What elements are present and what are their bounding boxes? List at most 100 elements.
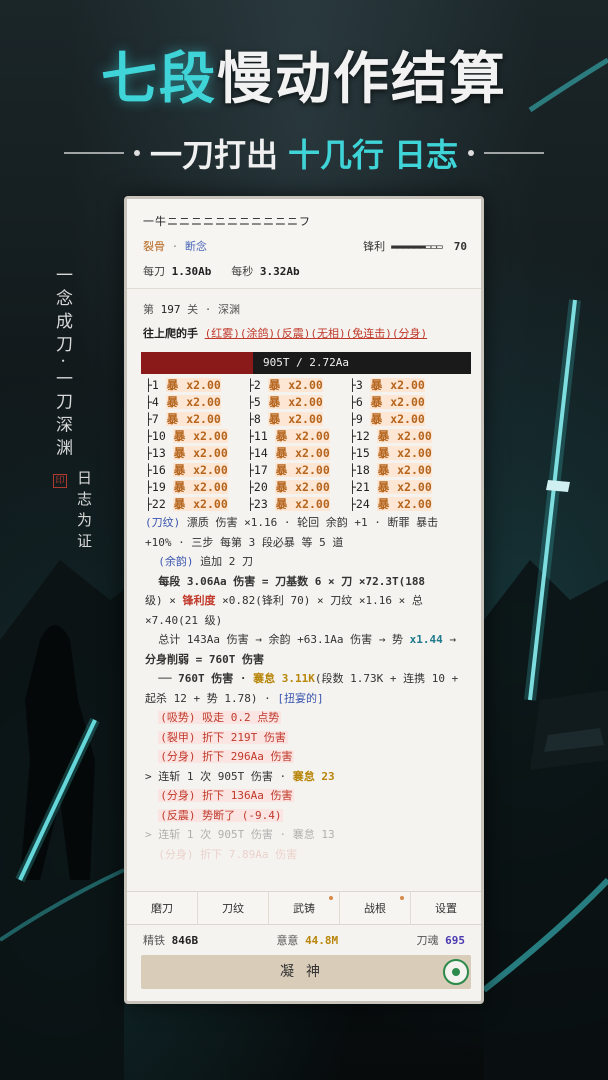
enemy-hp-text: 905T / 2.72Aa: [262, 356, 350, 369]
enemy-name: 往上爬的手: [143, 327, 198, 340]
resource-intent: 意意 44.8M: [276, 934, 339, 947]
resource-iron: 精铁 846B: [143, 934, 199, 947]
log-line: 起杀 12 + 势 1.78) · [扭宴的]: [145, 691, 324, 705]
weapon-header: 一牛ニニニニニニニニニニニフ 裂骨 · 断念 锋利 ▬▬▬▬▬▬▭▭▭ 70 每…: [127, 199, 481, 289]
bottom-tabs: 磨刀 刀纹 武铸 战根 设置: [127, 891, 481, 925]
log-line: 每段 3.06Aa 伤害 = 刀基数 6 × 刀 ×72.3T(188: [158, 574, 426, 588]
log-line: 分身削弱 = 760T 伤害: [145, 652, 264, 666]
weapon-tags-row: 裂骨 · 断念 锋利 ▬▬▬▬▬▬▭▭▭ 70: [143, 238, 467, 254]
poem-left: 一念成刀·一刀深渊: [52, 266, 72, 462]
weapon-tags: 裂骨 · 断念: [143, 238, 207, 254]
log-line: (刀纹) 漂质 伤害 ×1.16 · 轮回 余韵 +1 · 断罪 暴击: [145, 516, 439, 529]
resource-bar: 精铁 846B 意意 44.8M 刀魂 695: [127, 926, 481, 954]
log-line: (分身) 折下 136Aa 伤害: [158, 789, 295, 802]
log-line: > 连斩 1 次 905T 伤害 · 褰怠 23: [145, 769, 335, 783]
sharpness-bar: ▬▬▬▬▬▬▭▭▭: [391, 239, 443, 253]
crit-grid-cell: ├21 暴 x2.00: [349, 480, 432, 494]
subline: 一刀打出 十几行 日志: [0, 128, 608, 178]
crit-grid: ├1 暴 x2.00 ├2 暴 x2.00 ├3 暴 x2.00 ├4 暴 x2.00…: [145, 377, 469, 513]
crit-grid-cell: ├19 暴 x2.00: [145, 480, 228, 494]
log-line: (裂甲) 折下 219T 伤害: [158, 730, 288, 744]
focus-button[interactable]: 凝神: [141, 955, 471, 989]
crit-grid-cell: ├18 暴 x2.00: [349, 463, 432, 477]
crit-grid-cell: ├6 暴 x2.00: [349, 395, 425, 409]
tab-forge[interactable]: 武铸: [269, 892, 340, 924]
stage-line: 第 197 关 · 深渊: [143, 301, 467, 317]
crit-grid-cell: ├24 暴 x2.00: [349, 497, 432, 511]
crit-grid-cell: ├1 暴 x2.00: [145, 378, 221, 392]
enemy-line: 往上爬的手 (红雾)(涂鸽)(反震)(无相)(免连击)(分身): [143, 325, 467, 341]
crit-grid-cell: ├17 暴 x2.00: [247, 463, 330, 477]
log-line: 总计 143Aa 伤害 → 余韵 +63.1Aa 伤害 → 势 x1.44 →: [158, 633, 456, 646]
per-sec-label: 每秒: [231, 265, 254, 278]
record-dot-icon: [452, 968, 460, 976]
log-line: (分身) 折下 7.89Aa 伤害: [158, 847, 298, 861]
crit-grid-cell: ├5 暴 x2.00: [247, 395, 323, 409]
auto-toggle-button[interactable]: [443, 959, 469, 985]
crit-grid-cell: ├22 暴 x2.00: [145, 497, 228, 511]
crit-grid-cell: ├11 暴 x2.00: [247, 429, 330, 443]
damage-stats: 每刀 1.30Ab 每秒 3.32Ab: [143, 263, 467, 279]
stage-suffix: 关 · 深渊: [187, 303, 240, 316]
log-line: > 连斩 1 次 905T 伤害 · 褰怠 13: [145, 828, 335, 841]
resource-soul: 刀魂 695: [416, 934, 466, 947]
crit-grid-cell: ├9 暴 x2.00: [349, 412, 425, 426]
crit-grid-cell: ├14 暴 x2.00: [247, 446, 330, 460]
crit-grid-row: ├13 暴 x2.00 ├14 暴 x2.00 ├15 暴 x2.00: [145, 445, 469, 462]
subline-part1: 一刀打出: [149, 136, 278, 174]
stage-prefix: 第: [143, 303, 154, 316]
crit-grid-cell: ├10 暴 x2.00: [145, 429, 228, 443]
crit-grid-cell: ├15 暴 x2.00: [349, 446, 432, 460]
crit-grid-cell: ├2 暴 x2.00: [247, 378, 323, 392]
log-line: ×7.40(21 级): [145, 613, 223, 627]
log-line: (余韵) 追加 2 刀: [158, 555, 253, 568]
log-line: (反震) 势断了 (-9.4): [158, 808, 284, 822]
crit-grid-row: ├10 暴 x2.00 ├11 暴 x2.00 ├12 暴 x2.00: [145, 428, 469, 445]
crit-grid-cell: ├4 暴 x2.00: [145, 395, 221, 409]
crit-grid-cell: ├12 暴 x2.00: [349, 429, 432, 443]
headline-rest: 慢动作结算: [217, 46, 507, 112]
crit-grid-cell: ├8 暴 x2.00: [247, 412, 323, 426]
weapon-name: 一牛ニニニニニニニニニニニフ: [143, 215, 311, 228]
log-line: (分身) 折下 296Aa 伤害: [158, 750, 295, 763]
crit-grid-row: ├16 暴 x2.00 ├17 暴 x2.00 ├18 暴 x2.00: [145, 462, 469, 479]
headline-accent: 七段: [101, 46, 217, 112]
combat-log[interactable]: ├1 暴 x2.00 ├2 暴 x2.00 ├3 暴 x2.00 ├4 暴 x2.00…: [127, 377, 481, 889]
log-line: 级) × 锋利度 ×0.82(锋利 70) × 刀纹 ×1.16 × 总: [145, 594, 423, 607]
per-sec-value: 3.32Ab: [259, 265, 300, 278]
per-slash-label: 每刀: [143, 265, 165, 278]
log-line: ── 760T 伤害 · 褰怠 3.11K(段数 1.73K + 连携 10 +: [158, 672, 459, 685]
tab-sharpen[interactable]: 磨刀: [127, 892, 198, 924]
crit-grid-row: ├7 暴 x2.00 ├8 暴 x2.00 ├9 暴 x2.00: [145, 411, 469, 428]
crit-grid-cell: ├13 暴 x2.00: [145, 446, 228, 460]
subline-dot-right: [468, 150, 475, 156]
stage-number: 197: [160, 303, 181, 316]
tab-pattern[interactable]: 刀纹: [198, 892, 269, 924]
crit-grid-cell: ├7 暴 x2.00: [145, 412, 221, 426]
log-line: +10% · 三步 每第 3 段必暴 等 5 道: [145, 535, 344, 549]
sharpness: 锋利 ▬▬▬▬▬▬▭▭▭ 70: [363, 238, 467, 254]
notification-dot: [329, 896, 333, 900]
weapon-tag-1: 裂骨: [143, 240, 165, 253]
subline-divider-left: [63, 152, 124, 154]
crit-grid-cell: ├23 暴 x2.00: [247, 497, 330, 511]
crit-grid-cell: ├3 暴 x2.00: [349, 378, 425, 392]
subline-divider-right: [484, 152, 545, 154]
crit-grid-row: ├1 暴 x2.00 ├2 暴 x2.00 ├3 暴 x2.00: [145, 377, 469, 394]
crit-grid-row: ├4 暴 x2.00 ├5 暴 x2.00 ├6 暴 x2.00: [145, 394, 469, 411]
crit-grid-row: ├19 暴 x2.00 ├20 暴 x2.00 ├21 暴 x2.00: [145, 479, 469, 496]
poem-right: 日志为证: [75, 470, 93, 554]
enemy-traits[interactable]: (红雾)(涂鸽)(反震)(无相)(免连击)(分身): [205, 327, 427, 340]
subline-part3: 日志: [394, 136, 459, 174]
enemy-hp-bar: 905T / 2.72Aa: [141, 352, 471, 374]
sharpness-label: 锋利: [363, 240, 386, 253]
per-slash-value: 1.30Ab: [171, 265, 212, 278]
crit-grid-row: ├22 暴 x2.00 ├23 暴 x2.00 ├24 暴 x2.00: [145, 496, 469, 513]
tab-roots[interactable]: 战根: [340, 892, 411, 924]
weapon-tag-2: 断念: [184, 240, 207, 253]
subline-part2: 十几行: [287, 136, 384, 174]
crit-grid-cell: ├20 暴 x2.00: [247, 480, 330, 494]
weapon-tag-sep: ·: [171, 240, 179, 253]
tab-settings[interactable]: 设置: [411, 892, 481, 924]
crit-grid-cell: ├16 暴 x2.00: [145, 463, 228, 477]
